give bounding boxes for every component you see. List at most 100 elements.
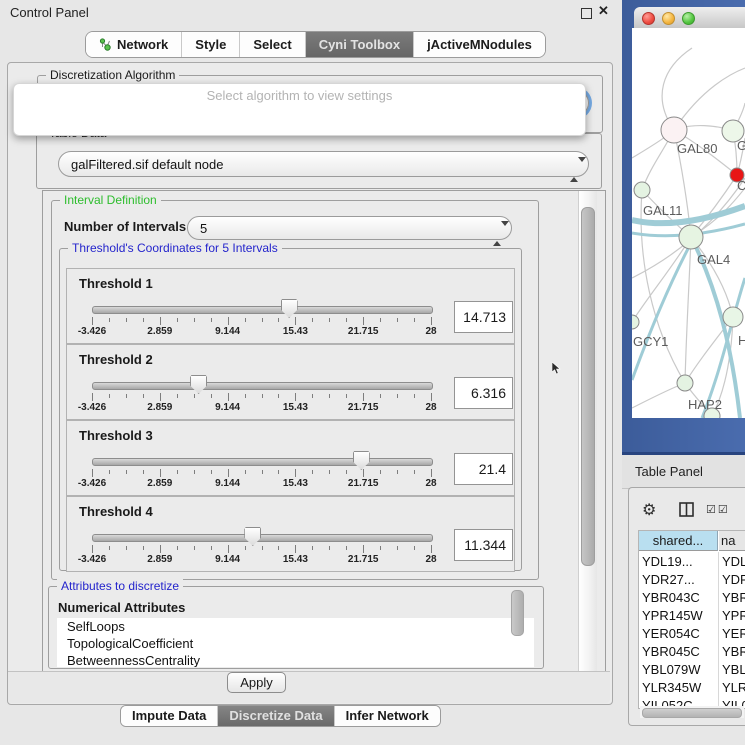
threshold-value-field[interactable]: 14.713 [454, 301, 513, 333]
tick-label: -3.426 [62, 326, 122, 337]
table-header-row: shared...na [639, 531, 745, 552]
tick-mark [245, 546, 246, 550]
tick-mark [177, 394, 178, 398]
tick-mark [346, 470, 347, 474]
tick-mark [295, 317, 296, 325]
tick-mark [92, 469, 93, 477]
table-row[interactable]: YER054CYER0 [639, 625, 745, 643]
threshold-value-field[interactable]: 11.344 [454, 529, 513, 561]
tab-label: Cyni Toolbox [319, 32, 400, 57]
group-title: Attributes to discretize [57, 579, 183, 593]
svg-text:GA: GA [737, 138, 745, 153]
combo-spinner-icon [570, 157, 578, 183]
network-canvas[interactable]: GAL80GACGAL11GAL4HGCY1HAP2 [632, 28, 745, 418]
slider-knob[interactable] [281, 299, 298, 318]
tick-mark [414, 318, 415, 322]
number-of-intervals-value: 5 [200, 221, 207, 236]
tick-mark [431, 469, 432, 477]
tab-select[interactable]: Select [239, 32, 304, 57]
slider-knob[interactable] [353, 451, 370, 470]
tab-network[interactable]: Network [86, 32, 181, 57]
tick-mark [346, 318, 347, 322]
screen: Control Panel ✕ NetworkStyleSelectCyni T… [0, 0, 745, 745]
minimize-traffic-light-icon[interactable] [662, 12, 675, 25]
svg-text:GCY1: GCY1 [633, 334, 668, 349]
tab-jactivemnodules[interactable]: jActiveMNodules [413, 32, 545, 57]
slider-track[interactable] [92, 534, 433, 542]
zoom-traffic-light-icon[interactable] [682, 12, 695, 25]
node-attribute-table[interactable]: shared...na YDL19...YDL1YDR27...YDR2YBR0… [638, 530, 745, 709]
table-hscrollbar-thumb[interactable] [642, 708, 742, 718]
tick-mark [92, 393, 93, 401]
tick-mark [278, 546, 279, 550]
cell-name: YLR3 [722, 679, 745, 697]
slider-knob[interactable] [190, 375, 207, 394]
float-window-icon[interactable] [581, 8, 592, 19]
tick-mark [363, 317, 364, 325]
tick-label: 28 [401, 326, 461, 337]
close-icon[interactable]: ✕ [598, 3, 609, 19]
table-row[interactable]: YBR043CYBR0 [639, 589, 745, 607]
list-item-betweennesscentrality[interactable]: BetweennessCentrality [57, 652, 534, 667]
tick-mark [143, 470, 144, 474]
tick-mark [160, 317, 161, 325]
tick-mark [295, 545, 296, 553]
tick-mark [211, 546, 212, 550]
table-data-combobox[interactable]: galFiltered.sif default node [58, 151, 589, 177]
tick-label: -3.426 [62, 478, 122, 489]
tick-label: 21.715 [333, 402, 393, 413]
tab-impute-data[interactable]: Impute Data [121, 706, 217, 726]
tick-label: 21.715 [333, 478, 393, 489]
threshold-value-field[interactable]: 6.316 [454, 377, 513, 409]
apply-strip [8, 671, 610, 703]
tick-mark [126, 546, 127, 550]
table-row[interactable]: YBR045CYBR0 [639, 643, 745, 661]
close-traffic-light-icon[interactable] [642, 12, 655, 25]
tick-mark [245, 318, 246, 322]
threshold-label: Threshold 2 [79, 352, 153, 367]
list-item-topologicalcoefficient[interactable]: TopologicalCoefficient [57, 635, 534, 652]
tick-label: 28 [401, 402, 461, 413]
table-row[interactable]: YBL079WYBL0 [639, 661, 745, 679]
tick-mark [329, 546, 330, 550]
tick-mark [312, 318, 313, 322]
tick-mark [262, 470, 263, 474]
table-row[interactable]: YDR27...YDR2 [639, 571, 745, 589]
column-header-name[interactable]: na [719, 531, 745, 551]
gear-icon[interactable]: ⚙ [642, 500, 656, 520]
tick-mark [278, 470, 279, 474]
table-hscrollbar-track[interactable] [640, 706, 744, 718]
tick-label: 2.859 [130, 402, 190, 413]
slider-knob[interactable] [244, 527, 261, 546]
table-body: YDL19...YDL1YDR27...YDR2YBR043CYBR0YPR14… [639, 553, 745, 709]
tick-mark [295, 469, 296, 477]
svg-text:GAL80: GAL80 [677, 141, 717, 156]
number-of-intervals-combobox[interactable]: 5 [187, 216, 512, 240]
slider-track[interactable] [92, 458, 433, 466]
threshold-value-field[interactable]: 21.4 [454, 453, 513, 485]
table-row[interactable]: YLR345WYLR3 [639, 679, 745, 697]
attributes-list[interactable]: SelfLoopsTopologicalCoefficientBetweenne… [57, 618, 534, 667]
tab-discretize-data[interactable]: Discretize Data [217, 706, 333, 726]
slider-track[interactable] [92, 382, 433, 390]
tick-mark [143, 546, 144, 550]
table-row[interactable]: YPR145WYPR1 [639, 607, 745, 625]
tab-infer-network[interactable]: Infer Network [334, 706, 440, 726]
split-columns-icon[interactable] [679, 502, 694, 522]
slider-track[interactable] [92, 306, 433, 314]
tab-cyni-toolbox[interactable]: Cyni Toolbox [305, 32, 413, 57]
algorithm-dropdown-popup: Select algorithm to view settings [13, 83, 586, 136]
table-row[interactable]: YDL19...YDL1 [639, 553, 745, 571]
apply-button[interactable]: Apply [227, 672, 286, 693]
group-title: Interval Definition [60, 193, 161, 207]
network-window-titlebar[interactable] [634, 7, 745, 29]
tick-mark [380, 394, 381, 398]
scrollbar-thumb[interactable] [581, 207, 595, 566]
tab-style[interactable]: Style [181, 32, 239, 57]
list-item-selfloops[interactable]: SelfLoops [57, 618, 534, 635]
tick-label: 2.859 [130, 478, 190, 489]
column-header-shared-name[interactable]: shared... [639, 531, 718, 551]
attributes-list-scrollbar[interactable] [511, 590, 524, 636]
settings-scrollpane: Interval Definition Number of Intervals … [42, 190, 606, 673]
checkbox-filter-icons[interactable]: ☑☑ [706, 503, 730, 516]
